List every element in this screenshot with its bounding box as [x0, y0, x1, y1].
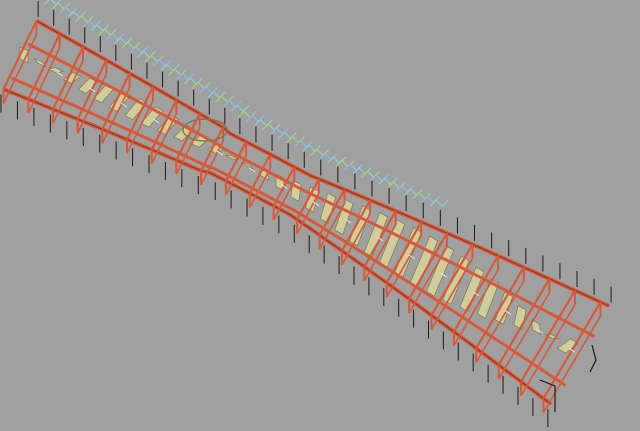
structure-render — [0, 0, 612, 428]
bracing-line — [144, 54, 164, 63]
bracing-line — [199, 86, 219, 94]
chord-beam — [3, 88, 552, 405]
bracing-line — [67, 10, 86, 19]
edge-highlight — [56, 71, 64, 77]
bracing-line — [105, 32, 125, 41]
bracing-line — [191, 81, 211, 90]
plate — [513, 304, 527, 331]
chord-beam — [2, 87, 553, 406]
bracing-line — [160, 63, 180, 72]
bracing-line — [98, 28, 117, 36]
cross-frame — [2, 20, 38, 90]
bracing-line — [90, 23, 110, 32]
chord-beam — [35, 18, 610, 308]
bracing-line — [327, 156, 346, 164]
plate — [47, 67, 65, 74]
bracing-line — [82, 19, 102, 28]
plate — [494, 291, 514, 325]
bracing-line — [51, 2, 71, 10]
3d-viewport[interactable] — [0, 0, 640, 431]
bracing-line — [230, 104, 250, 113]
bracing-line — [352, 166, 372, 175]
bracing-line — [335, 159, 355, 168]
chord-beam — [36, 20, 610, 307]
bracing-line — [183, 77, 203, 85]
bracing-line — [215, 95, 234, 103]
bracing-line — [207, 90, 227, 99]
bracing-line — [129, 45, 149, 54]
bracing-line — [74, 15, 94, 23]
bracing-line — [137, 50, 156, 58]
bracing-line — [344, 163, 363, 171]
bracing-line — [222, 99, 242, 108]
bracing-line — [176, 72, 195, 81]
bracing-line — [168, 68, 188, 76]
bracing-line — [361, 170, 381, 178]
end-bracket — [589, 344, 597, 373]
plate — [349, 205, 371, 247]
bracing-line — [152, 59, 172, 67]
bracing-line — [59, 6, 79, 14]
bracing-line — [113, 37, 133, 45]
bracing-line — [121, 41, 141, 50]
